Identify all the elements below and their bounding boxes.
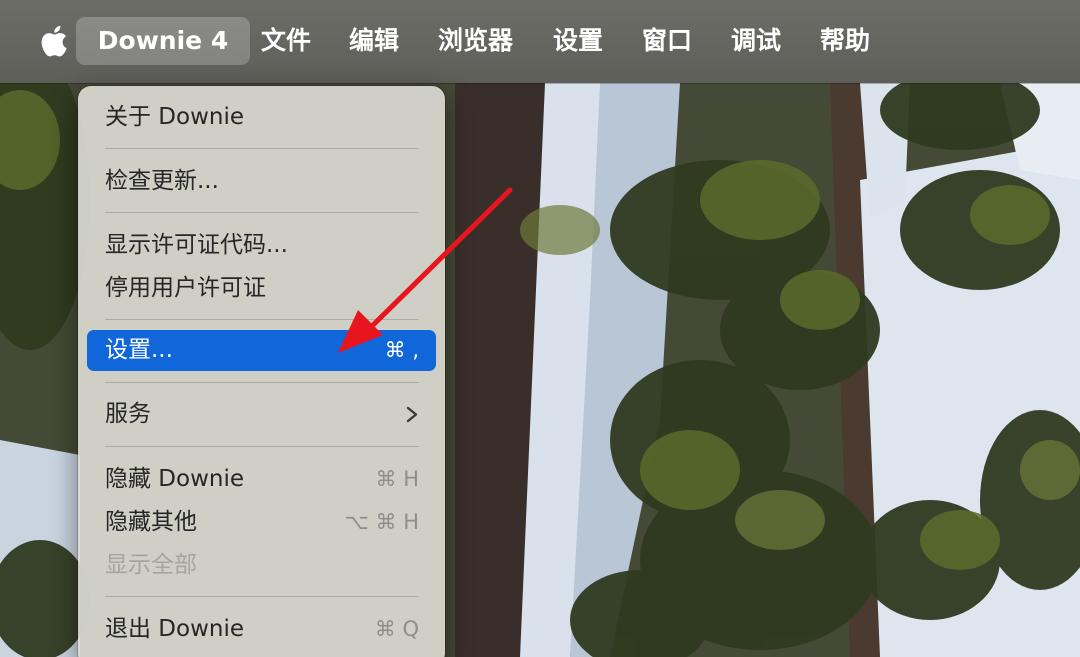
menu-item-about[interactable]: 关于 Downie bbox=[87, 97, 436, 138]
menu-item-label: 检查更新... bbox=[105, 168, 219, 194]
menu-item-hide-others[interactable]: 隐藏其他 ⌥ ⌘ H bbox=[87, 502, 436, 543]
menubar-help[interactable]: 帮助 bbox=[820, 17, 870, 65]
menu-separator bbox=[105, 148, 419, 149]
menubar-file[interactable]: 文件 bbox=[261, 17, 311, 65]
menu-item-check-updates[interactable]: 检查更新... bbox=[87, 161, 436, 202]
menu-item-quit-downie[interactable]: 退出 Downie ⌘ Q bbox=[87, 609, 436, 650]
menu-item-label: 显示全部 bbox=[105, 552, 197, 578]
menu-item-label: 停用用户许可证 bbox=[105, 275, 266, 301]
menubar-settings[interactable]: 设置 bbox=[553, 17, 603, 65]
menubar-browser[interactable]: 浏览器 bbox=[438, 17, 513, 65]
app-menu-dropdown: 关于 Downie 检查更新... 显示许可证代码... 停用用户许可证 设置.… bbox=[78, 86, 445, 657]
menu-item-label: 隐藏 Downie bbox=[105, 466, 245, 492]
menu-separator bbox=[105, 319, 419, 320]
menu-item-shortcut: ⌥ ⌘ H bbox=[344, 510, 419, 534]
menu-item-services[interactable]: 服务 bbox=[87, 394, 436, 435]
menubar-debug[interactable]: 调试 bbox=[731, 17, 781, 65]
chevron-right-icon bbox=[406, 406, 418, 423]
menu-item-shortcut: ⌘ H bbox=[375, 467, 419, 491]
menu-item-label: 服务 bbox=[105, 401, 151, 427]
apple-logo-icon[interactable] bbox=[38, 24, 68, 58]
menu-separator bbox=[105, 212, 419, 213]
menu-separator bbox=[105, 382, 419, 383]
menu-item-settings[interactable]: 设置... ⌘ , bbox=[87, 330, 436, 371]
menu-item-shortcut: ⌘ , bbox=[384, 338, 419, 362]
menubar-window[interactable]: 窗口 bbox=[642, 17, 692, 65]
desktop: Downie 4 文件 编辑 浏览器 设置 窗口 调试 帮助 关于 Downie… bbox=[0, 0, 1080, 657]
menu-item-show-license[interactable]: 显示许可证代码... bbox=[87, 225, 436, 266]
menu-bar: Downie 4 文件 编辑 浏览器 设置 窗口 调试 帮助 bbox=[0, 0, 1080, 83]
menu-item-label: 设置... bbox=[105, 337, 173, 363]
menu-item-show-all: 显示全部 bbox=[87, 545, 436, 586]
menu-item-deactivate-license[interactable]: 停用用户许可证 bbox=[87, 268, 436, 309]
menu-separator bbox=[105, 446, 419, 447]
menu-separator bbox=[105, 596, 419, 597]
menubar-edit[interactable]: 编辑 bbox=[349, 17, 399, 65]
menu-item-shortcut: ⌘ Q bbox=[374, 617, 419, 641]
menu-item-hide-downie[interactable]: 隐藏 Downie ⌘ H bbox=[87, 459, 436, 500]
menu-item-label: 关于 Downie bbox=[105, 104, 245, 130]
menubar-app-downie[interactable]: Downie 4 bbox=[76, 17, 250, 65]
menu-item-label: 隐藏其他 bbox=[105, 509, 197, 535]
menu-item-label: 显示许可证代码... bbox=[105, 232, 288, 258]
menu-item-label: 退出 Downie bbox=[105, 616, 245, 642]
